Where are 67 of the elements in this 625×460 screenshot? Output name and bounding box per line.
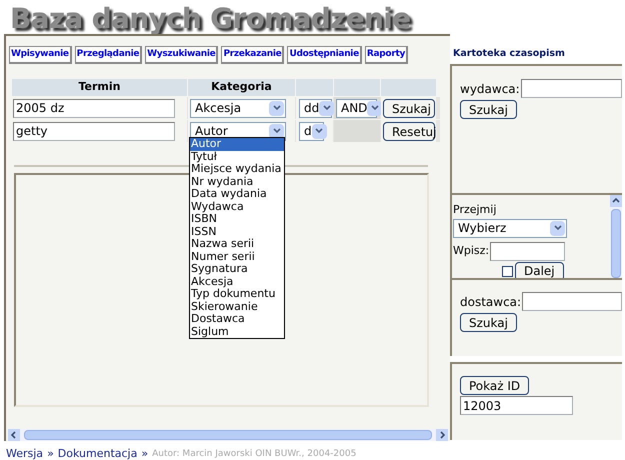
scroll-left-icon[interactable] bbox=[8, 429, 20, 441]
field-label: wydawca: bbox=[460, 80, 520, 98]
checkbox[interactable] bbox=[502, 266, 513, 276]
column-header: Termin bbox=[12, 79, 187, 96]
dropdown-option[interactable]: Nazwa serii bbox=[190, 238, 284, 250]
dropdown-option[interactable]: Numer serii bbox=[190, 250, 284, 263]
column-header: Kategoria bbox=[188, 79, 295, 96]
text-field[interactable]: getty bbox=[13, 122, 175, 140]
dropdown-arrow-icon bbox=[269, 100, 284, 116]
select-field[interactable]: dd bbox=[299, 98, 332, 118]
dropdown-option[interactable]: Siglum bbox=[190, 326, 284, 338]
dropdown-option[interactable]: ISSN bbox=[190, 226, 284, 238]
action-button[interactable]: Szukaj bbox=[460, 100, 517, 119]
dropdown-option[interactable]: Nr wydania bbox=[190, 176, 284, 188]
horizontal-scrollbar[interactable] bbox=[8, 429, 448, 441]
dropdown-option[interactable]: Sygnatura bbox=[190, 263, 284, 276]
nav-tab[interactable]: Wyszukiwanie bbox=[145, 46, 218, 64]
credit-text: Autor: Marcin Jaworski OIN BUWr., 2004-2005 bbox=[152, 448, 356, 460]
select-field[interactable]: d bbox=[299, 122, 324, 140]
scroll-right-icon[interactable] bbox=[436, 429, 448, 441]
app-logo: Baza danych Gromadzenie bbox=[10, 1, 410, 37]
nav-tab[interactable]: Raporty bbox=[364, 46, 408, 64]
column-header bbox=[381, 79, 436, 96]
dropdown-arrow-icon bbox=[550, 220, 565, 236]
select-field[interactable]: Wybierz bbox=[453, 218, 567, 238]
dropdown-arrow-icon bbox=[319, 100, 334, 116]
dropdown-option[interactable]: Data wydania bbox=[190, 188, 284, 200]
dropdown-option[interactable]: Miejsce wydania bbox=[190, 163, 284, 176]
field-label: Wpisz: bbox=[453, 242, 490, 259]
dropdown-option[interactable]: ISBN bbox=[190, 213, 284, 226]
scroll-up-icon[interactable] bbox=[610, 195, 622, 207]
dropdown-option[interactable]: Wydawca bbox=[190, 200, 284, 213]
text-field[interactable] bbox=[522, 292, 622, 311]
dropdown-arrow-icon bbox=[367, 100, 382, 116]
sidebar-title: Kartoteka czasopism bbox=[453, 47, 565, 61]
breadcrumb-separator: » bbox=[141, 446, 148, 460]
dropdown-arrow-icon bbox=[269, 124, 284, 138]
dropdown-option[interactable]: Autor bbox=[190, 138, 284, 150]
action-button[interactable]: Pokaż ID bbox=[460, 376, 530, 395]
column-header bbox=[296, 79, 333, 96]
field-label: Przejmij bbox=[453, 202, 498, 218]
nav-tab[interactable]: Przekazanie bbox=[221, 46, 284, 64]
dropdown-option[interactable]: Tytuł bbox=[190, 150, 284, 163]
text-field[interactable] bbox=[490, 242, 566, 260]
action-button[interactable]: Szukaj bbox=[460, 313, 517, 332]
nav-tab[interactable]: Przeglądanie bbox=[74, 46, 142, 64]
scrollbar-thumb[interactable] bbox=[24, 430, 432, 440]
dropdown-option[interactable]: Skierowanie bbox=[190, 300, 284, 313]
select-field[interactable]: Akcesja bbox=[190, 98, 286, 118]
nav-tab[interactable]: Wpisywanie bbox=[9, 46, 72, 64]
vertical-scrollbar[interactable] bbox=[610, 195, 622, 278]
text-field[interactable]: 12003 bbox=[460, 396, 573, 415]
nav-tab[interactable]: Udostępnianie bbox=[287, 46, 362, 64]
field-label: dostawca: bbox=[460, 294, 522, 310]
dropdown-option[interactable]: Dostawca bbox=[190, 313, 284, 326]
dropdown-arrow-icon bbox=[312, 124, 327, 138]
footer-link[interactable]: Dokumentacja bbox=[58, 446, 138, 460]
dropdown-option[interactable]: Akcesja bbox=[190, 276, 284, 288]
breadcrumb-separator: » bbox=[47, 446, 54, 460]
action-button[interactable]: Dalej bbox=[515, 262, 564, 278]
action-button[interactable]: Szukaj bbox=[383, 98, 435, 118]
text-field[interactable] bbox=[520, 79, 622, 98]
footer-link[interactable]: Wersja bbox=[6, 446, 44, 460]
text-field[interactable]: 2005 dz bbox=[13, 98, 175, 118]
scrollbar-thumb[interactable] bbox=[611, 209, 621, 278]
column-header bbox=[334, 79, 380, 96]
dropdown-option[interactable]: Typ dokumentu bbox=[190, 288, 284, 300]
